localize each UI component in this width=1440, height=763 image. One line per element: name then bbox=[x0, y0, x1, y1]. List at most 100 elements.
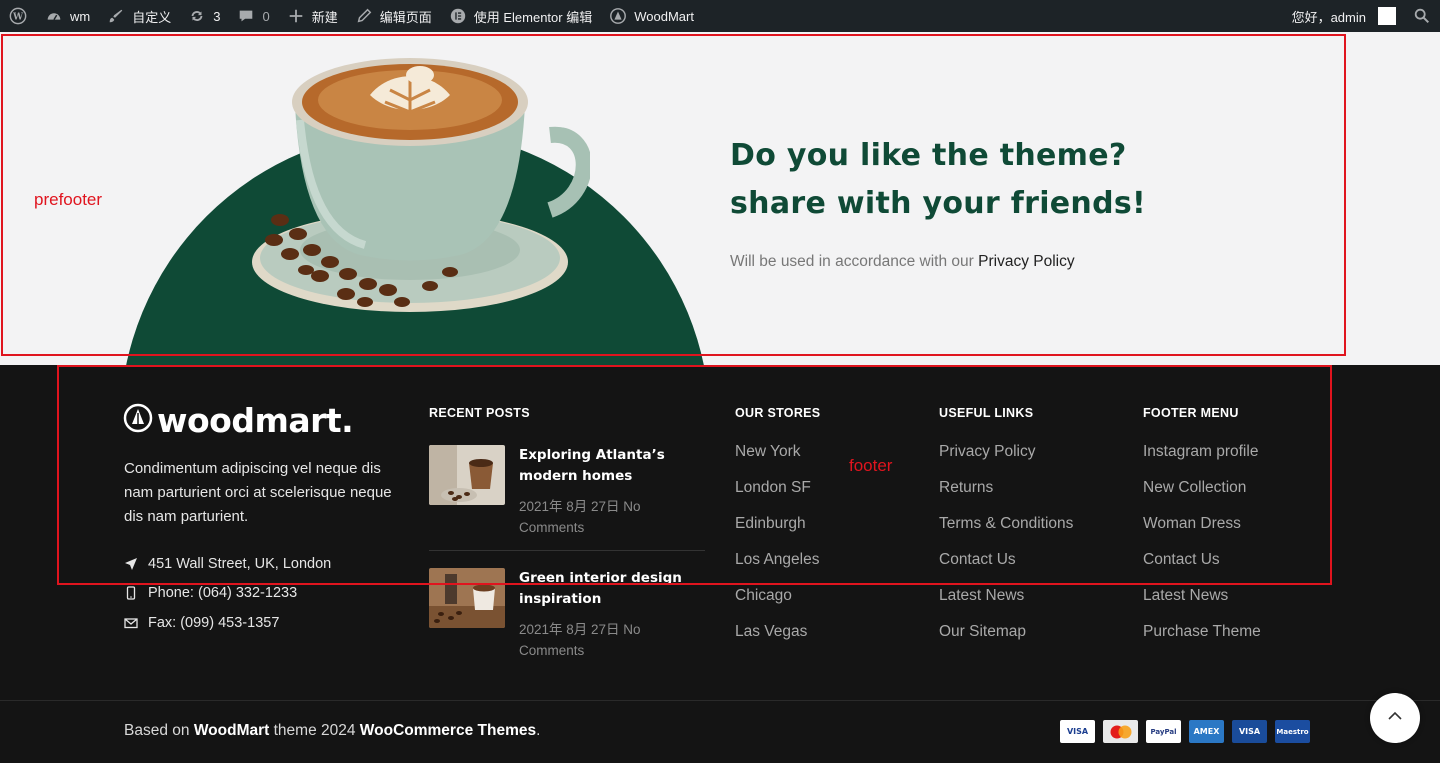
amex-label: AMEX bbox=[1193, 727, 1220, 736]
account-menu-button[interactable]: 您好，admin bbox=[1284, 0, 1404, 32]
paypal-label: PayPal bbox=[1150, 727, 1177, 736]
store-link[interactable]: London SF bbox=[735, 479, 819, 515]
comments-count: 0 bbox=[262, 8, 270, 24]
prefooter-title: Do you like the theme? share with your f… bbox=[730, 138, 1146, 221]
store-link[interactable]: New York bbox=[735, 443, 819, 479]
visa-label: VISA bbox=[1066, 727, 1089, 736]
useful-link[interactable]: Returns bbox=[939, 479, 1073, 515]
useful-link[interactable]: Terms & Conditions bbox=[939, 515, 1073, 551]
footer-menu-link[interactable]: Latest News bbox=[1143, 587, 1261, 623]
woodmart-menu-button[interactable]: WoodMart bbox=[600, 0, 702, 32]
footer-menu-link[interactable]: Purchase Theme bbox=[1143, 623, 1261, 659]
footer-menu-link[interactable]: New Collection bbox=[1143, 479, 1261, 515]
admin-search-button[interactable] bbox=[1404, 0, 1440, 32]
post-thumbnail-2[interactable] bbox=[429, 568, 505, 628]
store-link[interactable]: Chicago bbox=[735, 587, 819, 623]
post-title-2[interactable]: Green interior design inspiration bbox=[519, 568, 705, 610]
footer-about-text: Condimentum adipiscing vel neque dis nam… bbox=[124, 460, 392, 525]
prefooter-text-body: Will be used in accordance with our bbox=[730, 253, 974, 270]
elementor-icon bbox=[448, 6, 468, 26]
greeting-label: 您好，admin bbox=[1291, 9, 1366, 25]
contact-address: 451 Wall Street, UK, London bbox=[124, 549, 331, 579]
edit-page-label: 编辑页面 bbox=[379, 9, 432, 25]
stores-title: OUR STORES bbox=[735, 406, 821, 420]
edit-page-button[interactable]: 编辑页面 bbox=[346, 0, 440, 32]
copyright-pre: Based on bbox=[124, 722, 190, 739]
useful-link[interactable]: Latest News bbox=[939, 587, 1073, 623]
elementor-edit-label: 使用 Elementor 编辑 bbox=[473, 9, 593, 25]
store-link[interactable]: Los Angeles bbox=[735, 551, 819, 587]
svg-text:W: W bbox=[12, 13, 24, 23]
post-thumbnail-1[interactable] bbox=[429, 445, 505, 505]
updates-count: 3 bbox=[213, 8, 221, 24]
contact-phone: Phone: (064) 332-1233 bbox=[124, 579, 331, 609]
new-content-label: 新建 bbox=[311, 9, 338, 25]
footer-logo[interactable]: woodmart. bbox=[123, 401, 354, 440]
store-link[interactable]: Las Vegas bbox=[735, 623, 819, 659]
recent-post-2[interactable]: Green interior design inspiration 2021年 … bbox=[429, 568, 705, 661]
site-name-button[interactable]: wm bbox=[36, 0, 98, 32]
payment-icons: VISA MC PayPal AMEX VISA Maestro bbox=[1060, 720, 1310, 743]
search-icon bbox=[1412, 6, 1432, 26]
customize-button[interactable]: 自定义 bbox=[98, 0, 179, 32]
prefooter-section: Do you like the theme? share with your f… bbox=[0, 32, 1440, 365]
pencil-icon bbox=[354, 6, 374, 26]
woodmart-menu-label: WoodMart bbox=[634, 8, 694, 24]
contact-list: 451 Wall Street, UK, London Phone: (064)… bbox=[124, 549, 331, 638]
footer-menu-title: FOOTER MENU bbox=[1143, 406, 1239, 420]
site-name-label: wm bbox=[70, 8, 91, 24]
footer-menu-list: Instagram profile New Collection Woman D… bbox=[1143, 443, 1261, 659]
privacy-policy-link[interactable]: Privacy Policy bbox=[978, 253, 1074, 270]
contact-fax: Fax: (099) 453-1357 bbox=[124, 608, 331, 638]
coffee-cup-image bbox=[250, 40, 592, 330]
footer-menu-link[interactable]: Instagram profile bbox=[1143, 443, 1261, 479]
comment-icon bbox=[236, 6, 256, 26]
wordpress-logo-button[interactable]: W bbox=[0, 0, 36, 32]
stores-list: New York London SF Edinburgh Los Angeles… bbox=[735, 443, 819, 659]
woocommerce-themes-link[interactable]: WooCommerce Themes bbox=[360, 722, 536, 739]
useful-link[interactable]: Contact Us bbox=[939, 551, 1073, 587]
scroll-to-top-button[interactable] bbox=[1370, 693, 1420, 743]
recent-posts-title: RECENT POSTS bbox=[429, 406, 530, 420]
admin-bar: W wm 自定义 3 0 新建 编辑页面 使用 Elementor 编辑 Woo… bbox=[0, 0, 1440, 32]
footer-divider bbox=[0, 700, 1440, 701]
woodmart-icon bbox=[608, 6, 628, 26]
visa-icon: VISA bbox=[1060, 720, 1095, 743]
amex-icon: AMEX bbox=[1189, 720, 1224, 743]
visa-electron-label: VISA bbox=[1238, 727, 1261, 736]
recent-post-1[interactable]: Exploring Atlanta’s modern homes 2021年 8… bbox=[429, 445, 705, 538]
mastercard-icon: MC bbox=[1103, 720, 1138, 743]
woodmart-link[interactable]: WoodMart bbox=[194, 722, 269, 739]
copyright-end: . bbox=[536, 722, 541, 739]
mastercard-circles bbox=[1110, 725, 1131, 738]
updates-button[interactable]: 3 bbox=[179, 0, 228, 32]
logo-text: woodmart. bbox=[157, 401, 354, 440]
comments-button[interactable]: 0 bbox=[228, 0, 277, 32]
customize-label: 自定义 bbox=[132, 9, 172, 25]
store-link[interactable]: Edinburgh bbox=[735, 515, 819, 551]
envelope-icon bbox=[124, 616, 138, 630]
maestro-label: Maestro bbox=[1276, 727, 1309, 736]
useful-link[interactable]: Our Sitemap bbox=[939, 623, 1073, 659]
useful-links-title: USEFUL LINKS bbox=[939, 406, 1034, 420]
footer-menu-link[interactable]: Woman Dress bbox=[1143, 515, 1261, 551]
post-meta-1: 2021年 8月 27日 No Comments bbox=[519, 499, 641, 535]
prefooter-annotation: prefooter bbox=[34, 190, 103, 209]
footer-section: woodmart. Condimentum adipiscing vel neq… bbox=[0, 365, 1440, 763]
contact-phone-text: Phone: (064) 332-1233 bbox=[148, 585, 298, 602]
contact-address-text: 451 Wall Street, UK, London bbox=[148, 555, 332, 572]
wordpress-icon: W bbox=[8, 6, 28, 26]
new-content-button[interactable]: 新建 bbox=[278, 0, 346, 32]
phone-icon bbox=[124, 586, 138, 600]
footer-annotation: footer bbox=[849, 456, 893, 475]
elementor-edit-button[interactable]: 使用 Elementor 编辑 bbox=[440, 0, 600, 32]
post-meta-2: 2021年 8月 27日 No Comments bbox=[519, 622, 641, 658]
visa-electron-icon: VISA bbox=[1232, 720, 1267, 743]
contact-fax-text: Fax: (099) 453-1357 bbox=[148, 614, 280, 631]
prefooter-text: Will be used in accordance with our Priv… bbox=[730, 253, 1075, 271]
post-title-1[interactable]: Exploring Atlanta’s modern homes bbox=[519, 445, 705, 487]
copyright-text: Based on WoodMart theme 2024 WooCommerce… bbox=[124, 722, 540, 740]
chevron-up-icon bbox=[1386, 707, 1404, 730]
useful-link[interactable]: Privacy Policy bbox=[939, 443, 1073, 479]
footer-menu-link[interactable]: Contact Us bbox=[1143, 551, 1261, 587]
